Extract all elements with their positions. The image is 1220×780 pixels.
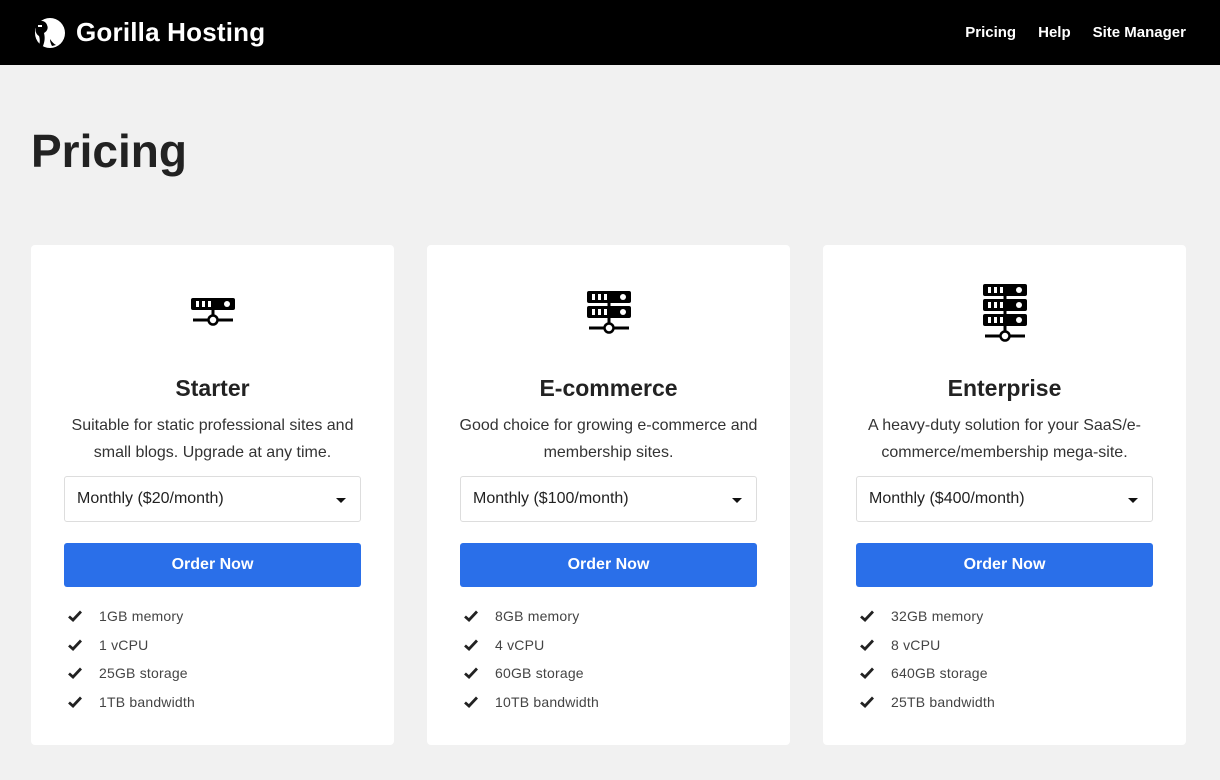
- feature-item: 1 vCPU: [68, 631, 195, 660]
- plan-name: Starter: [175, 375, 250, 401]
- server-3-rack-icon: [982, 284, 1027, 342]
- feature-item: 32GB memory: [860, 602, 995, 631]
- check-icon: [464, 696, 478, 708]
- chevron-down-icon: [336, 498, 346, 503]
- nav-link-help[interactable]: Help: [1038, 24, 1071, 41]
- feature-item: 60GB storage: [464, 659, 599, 688]
- gorilla-logo-icon: [35, 17, 65, 48]
- check-icon: [68, 696, 82, 708]
- billing-period-value: Monthly ($400/month): [869, 490, 1025, 507]
- check-icon: [464, 639, 478, 651]
- chevron-down-icon: [732, 498, 742, 503]
- plan-description: Suitable for static professional sites a…: [71, 417, 354, 461]
- billing-period-select[interactable]: Monthly ($100/month): [460, 476, 757, 522]
- billing-period-select[interactable]: Monthly ($400/month): [856, 476, 1153, 522]
- feature-item: 1TB bandwidth: [68, 688, 195, 717]
- server-2-rack-icon: [586, 291, 631, 334]
- plan-name: Enterprise: [947, 375, 1062, 401]
- order-now-button[interactable]: Order Now: [856, 543, 1153, 587]
- chevron-down-icon: [1128, 498, 1138, 503]
- page-title: Pricing: [31, 125, 187, 177]
- check-icon: [464, 610, 478, 623]
- feature-item: 4 vCPU: [464, 631, 599, 660]
- billing-period-value: Monthly ($20/month): [77, 490, 224, 507]
- plan-card-starter: Starter Suitable for static professional…: [31, 245, 394, 745]
- plan-description: A heavy-duty solution for your SaaS/e-co…: [867, 417, 1142, 461]
- billing-period-select[interactable]: Monthly ($20/month): [64, 476, 361, 522]
- feature-item: 25GB storage: [68, 659, 195, 688]
- check-icon: [68, 610, 82, 623]
- server-1-rack-icon: [190, 298, 235, 326]
- nav-link-site-manager[interactable]: Site Manager: [1093, 24, 1186, 41]
- brand[interactable]: Gorilla Hosting: [30, 15, 265, 51]
- check-icon: [464, 667, 478, 680]
- check-icon: [68, 667, 82, 680]
- check-icon: [68, 639, 82, 651]
- feature-item: 25TB bandwidth: [860, 688, 995, 717]
- feature-item: 8GB memory: [464, 602, 599, 631]
- plan-card-e-commerce: E-commerce Good choice for growing e-com…: [427, 245, 790, 745]
- check-icon: [860, 610, 874, 623]
- feature-list: 1GB memory 1 vCPU 25GB storage 1TB bandw…: [68, 602, 195, 716]
- pricing-cards: Starter Suitable for static professional…: [31, 245, 1186, 745]
- brand-name: Gorilla Hosting: [76, 17, 266, 47]
- feature-item: 640GB storage: [860, 659, 995, 688]
- order-now-button[interactable]: Order Now: [460, 543, 757, 587]
- order-now-button[interactable]: Order Now: [64, 543, 361, 587]
- top-navbar: Gorilla Hosting Pricing Help Site Manage…: [0, 0, 1220, 65]
- billing-period-value: Monthly ($100/month): [473, 490, 629, 507]
- nav-links: Pricing Help Site Manager: [965, 24, 1186, 41]
- feature-list: 8GB memory 4 vCPU 60GB storage 10TB band…: [464, 602, 599, 716]
- check-icon: [860, 667, 874, 680]
- plan-card-enterprise: Enterprise A heavy-duty solution for you…: [823, 245, 1186, 745]
- feature-list: 32GB memory 8 vCPU 640GB storage 25TB ba…: [860, 602, 995, 716]
- check-icon: [860, 696, 874, 708]
- feature-item: 1GB memory: [68, 602, 195, 631]
- feature-item: 10TB bandwidth: [464, 688, 599, 717]
- plan-description: Good choice for growing e-commerce and m…: [459, 417, 758, 461]
- nav-link-pricing[interactable]: Pricing: [965, 24, 1016, 41]
- feature-item: 8 vCPU: [860, 631, 995, 660]
- plan-name: E-commerce: [539, 375, 678, 401]
- check-icon: [860, 639, 874, 651]
